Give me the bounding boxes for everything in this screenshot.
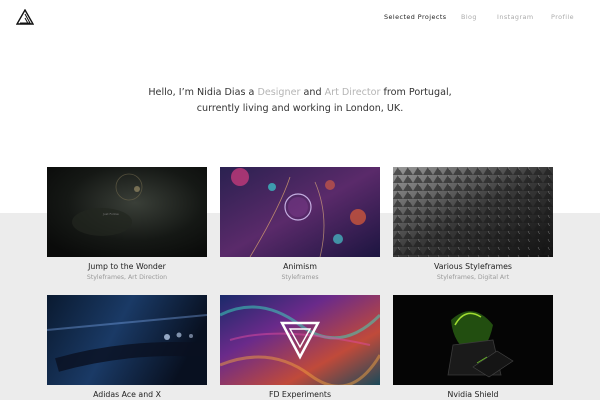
- intro-line-2: currently living and working in London, …: [196, 103, 404, 114]
- main-nav: Selected Projects Blog Instagram Profile: [0, 13, 600, 23]
- project-card[interactable]: Just Follow Jump to the Wonder Stylefram…: [47, 167, 207, 282]
- project-thumbnail[interactable]: [47, 295, 207, 385]
- intro-part-1: Hello, I’m Nidia Dias a: [148, 87, 258, 98]
- project-title[interactable]: Adidas Ace and X: [47, 390, 207, 400]
- project-card[interactable]: Nvidia Shield: [393, 295, 553, 400]
- project-thumbnail[interactable]: Just Follow: [47, 167, 207, 257]
- project-card[interactable]: Various Styleframes Styleframes, Digital…: [393, 167, 553, 282]
- project-card[interactable]: FD Experiments: [220, 295, 380, 400]
- project-thumbnail[interactable]: [220, 167, 380, 257]
- intro-text: Hello, I’m Nidia Dias a Designer and Art…: [0, 85, 600, 117]
- project-thumbnail[interactable]: [393, 295, 553, 385]
- nav-instagram[interactable]: Instagram: [497, 13, 534, 21]
- nav-blog[interactable]: Blog: [461, 13, 477, 21]
- project-card[interactable]: Adidas Ace and X: [47, 295, 207, 400]
- project-title[interactable]: Animism: [220, 262, 380, 272]
- project-card[interactable]: Animism Styleframes: [220, 167, 380, 282]
- intro-line-1: Hello, I’m Nidia Dias a Designer and Art…: [0, 85, 600, 101]
- intro-part-3: from Portugal,: [380, 87, 452, 98]
- project-tags: Styleframes: [281, 274, 319, 281]
- project-title[interactable]: Jump to the Wonder: [47, 262, 207, 272]
- nav-selected-projects[interactable]: Selected Projects: [384, 13, 447, 21]
- designer-highlight: Designer: [257, 87, 301, 98]
- project-thumbnail[interactable]: [393, 167, 553, 257]
- project-title[interactable]: Nvidia Shield: [393, 390, 553, 400]
- project-title[interactable]: FD Experiments: [220, 390, 380, 400]
- project-tags: Styleframes, Digital Art: [436, 274, 510, 281]
- intro-part-2: and: [300, 87, 325, 98]
- art-director-highlight: Art Director: [324, 87, 381, 98]
- project-title[interactable]: Various Styleframes: [393, 262, 553, 272]
- nav-profile[interactable]: Profile: [551, 13, 574, 21]
- thumb-caption: Just Follow: [102, 212, 119, 216]
- project-thumbnail[interactable]: [220, 295, 380, 385]
- project-tags: Styleframes, Art Direction: [86, 274, 168, 281]
